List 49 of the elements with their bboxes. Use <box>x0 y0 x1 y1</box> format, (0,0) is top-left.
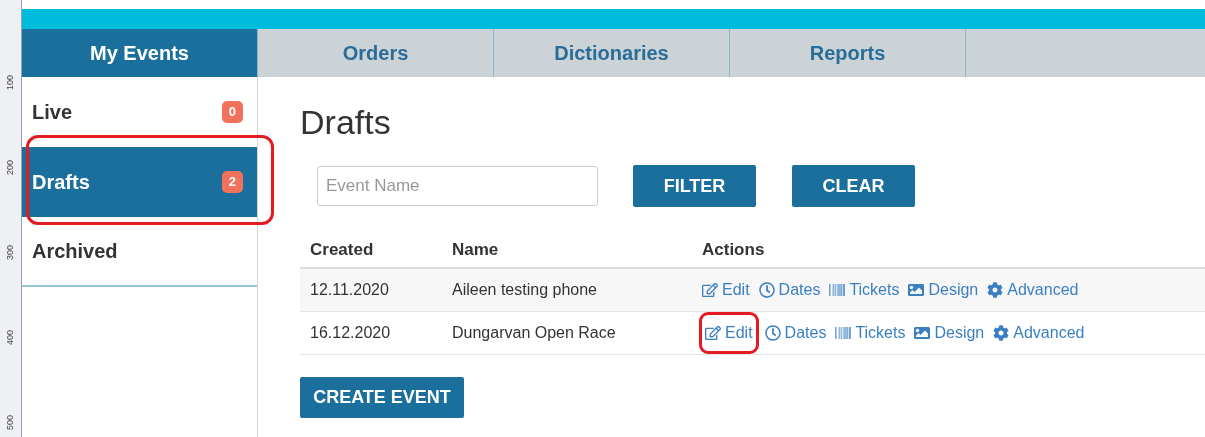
image-icon <box>908 282 925 298</box>
ruler-label: 300 <box>4 245 16 260</box>
action-link[interactable]: Dates <box>758 278 821 302</box>
barcode-icon <box>835 325 852 341</box>
clock-icon <box>758 282 775 298</box>
edit-icon <box>702 282 718 298</box>
action-link[interactable]: Tickets <box>829 278 900 302</box>
table-cell-text: 12.11.2020 <box>309 280 390 300</box>
action-link[interactable]: Design <box>908 278 979 302</box>
image-icon <box>914 325 931 341</box>
sidebar-item[interactable]: Archived <box>22 217 257 287</box>
gear-icon <box>993 325 1010 341</box>
filter-button[interactable]: FILTER <box>633 165 756 207</box>
table-cell-text: Dungarvan Open Race <box>451 323 617 343</box>
action-link[interactable]: Design <box>914 321 985 345</box>
sidebar-item[interactable]: Drafts 2 <box>22 147 257 217</box>
column-header: Name <box>451 239 500 262</box>
gear-icon <box>987 282 1004 298</box>
barcode-icon <box>829 282 846 298</box>
tab[interactable]: Reports <box>730 29 966 77</box>
tab[interactable]: Orders <box>258 29 494 77</box>
count-badge: 2 <box>221 171 243 193</box>
create-event-button[interactable]: CREATE EVENT <box>300 377 464 418</box>
clock-icon <box>764 325 781 341</box>
column-header: Created <box>309 239 375 262</box>
edit-icon <box>705 325 721 341</box>
sidebar-label: Archived <box>32 239 118 264</box>
ruler-label: 100 <box>4 75 16 90</box>
column-header: Actions <box>701 239 765 262</box>
sidebar-label: Live <box>32 100 73 125</box>
ruler-label: 200 <box>4 160 16 175</box>
tab[interactable]: Dictionaries <box>494 29 730 77</box>
page-title: Drafts <box>300 102 392 143</box>
count-badge: 0 <box>221 101 243 123</box>
ruler-label: 500 <box>4 415 16 430</box>
sidebar-item[interactable]: Live 0 <box>22 77 257 147</box>
ruler-label: 400 <box>4 330 16 345</box>
action-link[interactable]: Advanced <box>993 321 1085 345</box>
action-link[interactable]: Dates <box>764 321 827 345</box>
event-name-field[interactable]: Event Name <box>317 166 598 206</box>
sidebar-label: Drafts <box>32 170 90 195</box>
tab[interactable]: My Events <box>22 29 258 77</box>
action-link[interactable]: Tickets <box>835 321 906 345</box>
filter-button[interactable]: CLEAR <box>792 165 915 207</box>
table-cell-text: 16.12.2020 <box>309 323 392 343</box>
action-link[interactable]: Edit <box>702 278 750 302</box>
action-link[interactable]: Advanced <box>987 278 1079 302</box>
table-cell-text: Aileen testing phone <box>451 280 598 300</box>
action-link[interactable]: Edit <box>702 315 756 351</box>
